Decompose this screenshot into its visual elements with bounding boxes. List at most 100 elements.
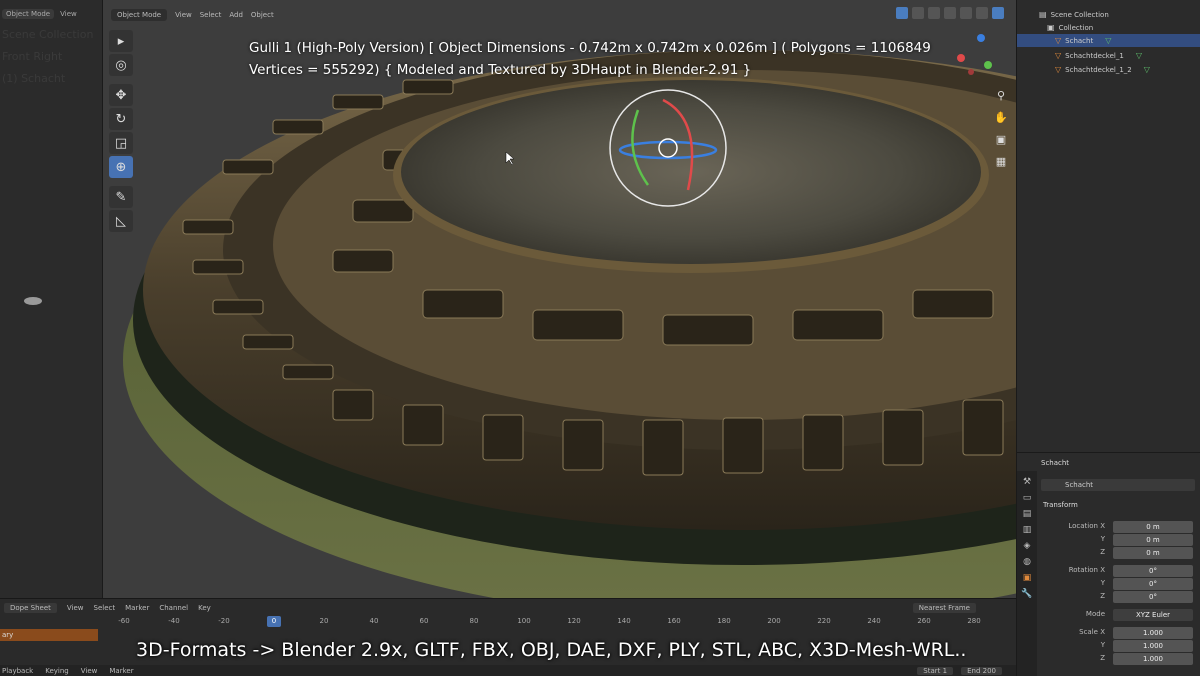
keying-menu[interactable]: Keying bbox=[45, 667, 69, 675]
blender-window: Object Mode View Scene Collection Front R… bbox=[0, 0, 1200, 676]
rotation-y-field[interactable]: 0° bbox=[1113, 578, 1193, 590]
location-x-field[interactable]: 0 m bbox=[1113, 521, 1193, 533]
mesh-object-icon: ▽ bbox=[1055, 65, 1062, 74]
zoom-icon[interactable]: ⚲ bbox=[994, 88, 1008, 102]
summary-channel[interactable]: ary bbox=[0, 629, 98, 641]
transform-section-header[interactable]: Transform bbox=[1043, 501, 1078, 509]
outliner-label: Scene Collection bbox=[1050, 10, 1109, 19]
scale-x-label: Scale X bbox=[1079, 628, 1105, 636]
camera-icon[interactable]: ▣ bbox=[994, 132, 1008, 146]
hand-icon[interactable]: ✋ bbox=[994, 110, 1008, 124]
menu-object[interactable]: Object bbox=[251, 11, 274, 19]
mesh-data-icon[interactable]: ▽ bbox=[1136, 51, 1142, 60]
measure-icon[interactable]: ◺ bbox=[109, 210, 133, 232]
modifier-tab-icon[interactable]: 🔧 bbox=[1021, 589, 1032, 599]
rotation-x-label: Rotation X bbox=[1068, 566, 1105, 574]
scale-y-field[interactable]: 1.000 bbox=[1113, 640, 1193, 652]
xray-icon[interactable] bbox=[928, 7, 940, 19]
menu-view[interactable]: View bbox=[175, 11, 192, 19]
solid-shading-icon[interactable] bbox=[960, 7, 972, 19]
rotate-icon[interactable]: ↻ bbox=[109, 108, 133, 130]
left-viewport-panel[interactable]: Object Mode View Scene Collection Front R… bbox=[0, 0, 103, 598]
location-y-field[interactable]: 0 m bbox=[1113, 534, 1193, 546]
menu-select[interactable]: Select bbox=[200, 11, 222, 19]
dope-sheet-header: Dope Sheet View Select Marker Channel Ke… bbox=[0, 601, 1016, 615]
playback-bar: Playback Keying View Marker Start 1 End … bbox=[0, 665, 1016, 676]
gizmo-toggle-icon[interactable] bbox=[896, 7, 908, 19]
start-value: 1 bbox=[942, 667, 948, 675]
outliner-row-collection[interactable]: ▣ Collection bbox=[1017, 21, 1200, 34]
menu-add[interactable]: Add bbox=[229, 11, 243, 19]
ruler-tick: 160 bbox=[667, 617, 681, 625]
outliner-row-scene-collection[interactable]: ▤ Scene Collection bbox=[1017, 8, 1200, 21]
scale-z-row: Z 1.000 bbox=[1043, 653, 1193, 665]
scale-x-field[interactable]: 1.000 bbox=[1113, 627, 1193, 639]
menu-marker[interactable]: Marker bbox=[125, 604, 149, 612]
outliner-label: Schachtdeckel_1 bbox=[1065, 51, 1124, 60]
material-shading-icon[interactable] bbox=[976, 7, 988, 19]
menu-select[interactable]: Select bbox=[94, 604, 116, 612]
manhole-cover-render bbox=[123, 34, 1016, 598]
object-tab-icon[interactable]: ▣ bbox=[1023, 573, 1032, 583]
select-box-icon[interactable]: ▸ bbox=[109, 30, 133, 52]
end-label: End bbox=[967, 667, 981, 675]
cursor-icon[interactable]: ◎ bbox=[109, 54, 133, 76]
playback-menu[interactable]: Playback bbox=[2, 667, 33, 675]
end-value: 200 bbox=[982, 667, 996, 675]
properties-editor[interactable]: Schacht ⚒ ▭ ▤ ▥ ◈ ◍ ▣ 🔧 Schacht Transfor… bbox=[1016, 452, 1200, 676]
outliner-row-schachtdeckel-1[interactable]: ▽ Schachtdeckel_1 ▽ bbox=[1017, 49, 1200, 62]
scale-icon[interactable]: ◲ bbox=[109, 132, 133, 154]
scene-tab-icon[interactable]: ◈ bbox=[1024, 541, 1031, 551]
rendered-shading-icon[interactable] bbox=[992, 7, 1004, 19]
tool-tab-icon[interactable]: ⚒ bbox=[1023, 477, 1031, 487]
left-view-menu[interactable]: View bbox=[60, 10, 77, 18]
menu-view[interactable]: View bbox=[67, 604, 84, 612]
render-tab-icon[interactable]: ▭ bbox=[1023, 493, 1032, 503]
outliner-row-schacht[interactable]: ▽ Schacht ▽ bbox=[1017, 34, 1200, 47]
grid-icon[interactable]: ▦ bbox=[994, 154, 1008, 168]
wireframe-shading-icon[interactable] bbox=[944, 7, 956, 19]
outliner-label: Schachtdeckel_1_2 bbox=[1065, 65, 1132, 74]
scale-z-field[interactable]: 1.000 bbox=[1113, 653, 1193, 665]
snapping-dropdown[interactable]: Nearest Frame bbox=[912, 603, 976, 613]
transform-icon[interactable]: ⊕ bbox=[109, 156, 133, 178]
3d-viewport[interactable]: Object Mode View Select Add Object ▸ ◎ ✥… bbox=[103, 0, 1016, 598]
left-mode-dropdown[interactable]: Object Mode bbox=[2, 9, 55, 19]
menu-channel[interactable]: Channel bbox=[159, 604, 188, 612]
playhead[interactable]: 0 bbox=[267, 616, 281, 627]
mesh-object-icon: ▽ bbox=[1055, 51, 1062, 60]
mesh-object-icon: ▽ bbox=[1055, 36, 1062, 45]
ghost-line: (1) Schacht bbox=[2, 72, 66, 85]
annotate-icon[interactable]: ✎ bbox=[109, 186, 133, 208]
menu-key[interactable]: Key bbox=[198, 604, 211, 612]
view-layer-tab-icon[interactable]: ▥ bbox=[1023, 525, 1032, 535]
move-icon[interactable]: ✥ bbox=[109, 84, 133, 106]
output-tab-icon[interactable]: ▤ bbox=[1023, 509, 1032, 519]
object-name-field[interactable]: Schacht bbox=[1041, 479, 1195, 491]
editor-type-dropdown[interactable]: Dope Sheet bbox=[4, 603, 57, 613]
object-mode-dropdown[interactable]: Object Mode bbox=[111, 9, 168, 21]
outliner[interactable]: ▤ Scene Collection ▣ Collection ▽ Schach… bbox=[1016, 0, 1200, 452]
light-object[interactable] bbox=[24, 297, 42, 305]
rotation-mode-row: Mode XYZ Euler bbox=[1043, 609, 1193, 621]
world-tab-icon[interactable]: ◍ bbox=[1023, 557, 1031, 567]
outliner-row-schachtdeckel-1-2[interactable]: ▽ Schachtdeckel_1_2 ▽ bbox=[1017, 63, 1200, 76]
ghost-line: Front Right bbox=[2, 50, 63, 63]
scale-y-row: Y 1.000 bbox=[1043, 640, 1193, 652]
start-frame-field[interactable]: Start 1 bbox=[917, 667, 954, 675]
frame-ruler[interactable]: -60 -40 -20 20 40 60 80 100 120 140 160 … bbox=[100, 617, 1016, 627]
dope-sheet[interactable]: Dope Sheet View Select Marker Channel Ke… bbox=[0, 598, 1016, 676]
ruler-tick: -40 bbox=[168, 617, 180, 625]
view-menu[interactable]: View bbox=[81, 667, 98, 675]
end-frame-field[interactable]: End 200 bbox=[961, 667, 1002, 675]
location-z-field[interactable]: 0 m bbox=[1113, 547, 1193, 559]
mesh-data-icon[interactable]: ▽ bbox=[1105, 36, 1111, 45]
overlay-toggle-icon[interactable] bbox=[912, 7, 924, 19]
location-x-label: Location X bbox=[1068, 522, 1105, 530]
rotation-y-label: Y bbox=[1100, 579, 1105, 587]
rotation-x-field[interactable]: 0° bbox=[1113, 565, 1193, 577]
marker-menu[interactable]: Marker bbox=[109, 667, 133, 675]
rotation-mode-dropdown[interactable]: XYZ Euler bbox=[1113, 609, 1193, 621]
rotation-z-field[interactable]: 0° bbox=[1113, 591, 1193, 603]
mesh-data-icon[interactable]: ▽ bbox=[1144, 65, 1150, 74]
